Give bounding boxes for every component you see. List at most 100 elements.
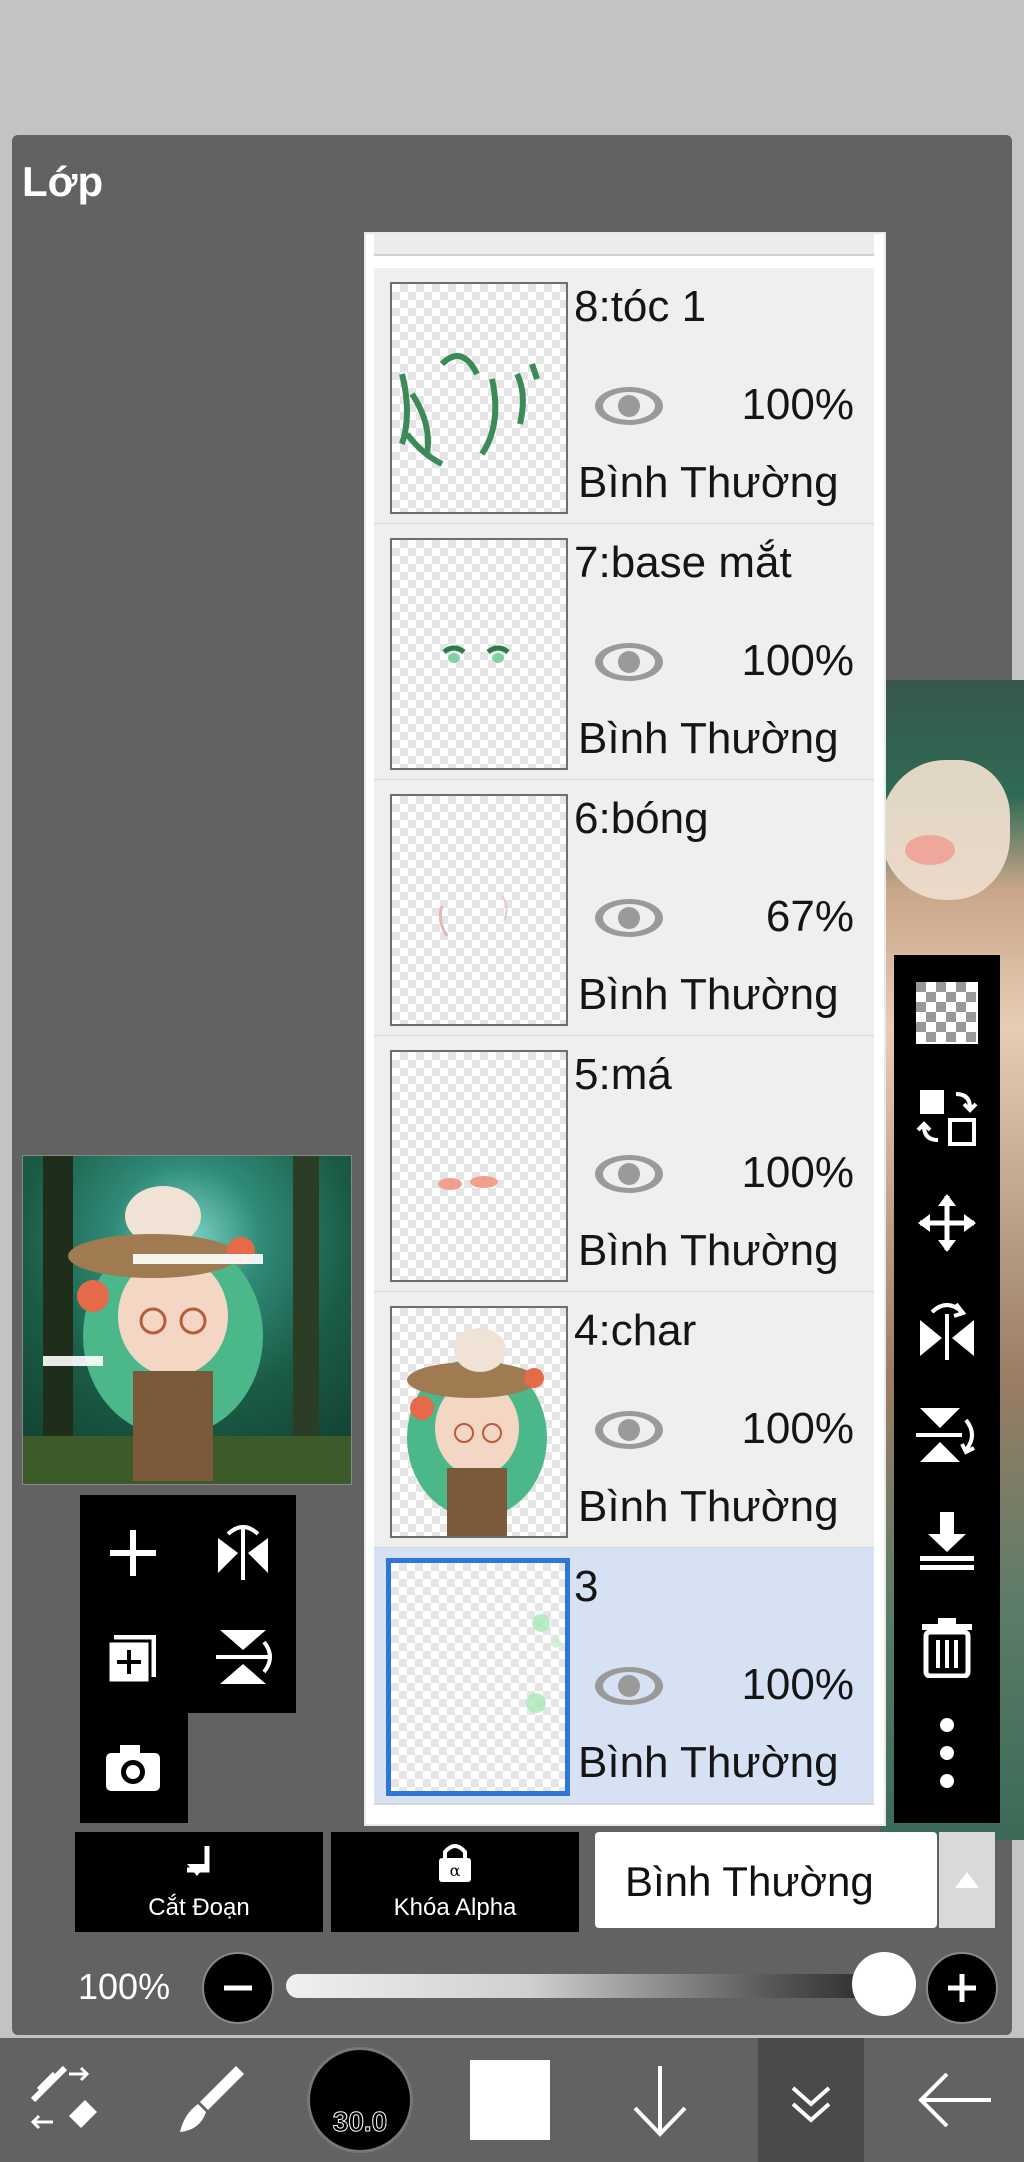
- visibility-eye-icon[interactable]: [594, 1666, 664, 1706]
- layer-row[interactable]: 7:base mắt 100% Bình Thường: [374, 524, 874, 781]
- character-art: [407, 1328, 547, 1536]
- layer-blend-mode: Bình Thường: [578, 970, 839, 1019]
- camera-button[interactable]: [100, 1735, 166, 1801]
- layer-row[interactable]: 8:tóc 1 100% Bình Thường: [374, 268, 874, 525]
- canvas-thumbnail[interactable]: [22, 1155, 352, 1485]
- trash-icon: [922, 1618, 972, 1678]
- visibility-eye-icon[interactable]: [594, 1410, 664, 1450]
- brush-tool-button[interactable]: [165, 2038, 255, 2162]
- layer-blend-mode: Bình Thường: [578, 1226, 839, 1275]
- alpha-lock-button[interactable]: α Khóa Alpha: [331, 1832, 579, 1932]
- layer-opacity: 100%: [741, 1660, 854, 1709]
- delete-layer-button[interactable]: [894, 1597, 1000, 1697]
- visibility-eye-icon[interactable]: [594, 642, 664, 682]
- svg-text:α: α: [450, 1861, 461, 1880]
- clipping-label: Cắt Đoạn: [148, 1894, 250, 1921]
- opacity-decrease-button[interactable]: [202, 1952, 274, 2024]
- layer-blend-mode: Bình Thường: [578, 458, 839, 507]
- layer-name: 6:bóng: [574, 794, 709, 843]
- plus-icon: [110, 1530, 156, 1576]
- arrow-down-icon: [633, 2066, 687, 2137]
- character-art: [43, 1186, 263, 1481]
- hair-strokes-art: [399, 353, 540, 467]
- shadow-art: [438, 895, 508, 937]
- layer-thumbnail: [390, 1306, 568, 1538]
- transparent-fill-icon: [916, 982, 978, 1044]
- minus-icon: [224, 1985, 252, 1991]
- bottom-toolbar: 30.0: [0, 2038, 1024, 2162]
- down-arrow-button[interactable]: [615, 2038, 705, 2162]
- merge-down-icon: [920, 1512, 974, 1570]
- add-layer-button[interactable]: [100, 1520, 166, 1586]
- visibility-eye-icon[interactable]: [594, 1154, 664, 1194]
- transform-tool-button[interactable]: [20, 2038, 110, 2162]
- alpha-lock-label: Khóa Alpha: [393, 1894, 517, 1921]
- blend-mode-value: Bình Thường: [625, 1858, 874, 1905]
- layer-opacity: 100%: [741, 636, 854, 685]
- swap-layer-icon: [916, 1090, 978, 1146]
- layer-name: 8:tóc 1: [574, 282, 707, 331]
- chevron-double-down-icon: [791, 2086, 831, 2123]
- layer-opacity: 100%: [741, 1148, 854, 1197]
- color-swatch-button[interactable]: [465, 2038, 555, 2162]
- color-swatch: [470, 2060, 550, 2140]
- camera-icon: [106, 1745, 160, 1791]
- layer-name: 7:base mắt: [574, 538, 792, 587]
- brush-icon: [180, 2066, 244, 2132]
- sparkle-art: [526, 1614, 561, 1713]
- layer-blend-mode: Bình Thường: [578, 714, 839, 763]
- arrow-left-icon: [918, 2072, 991, 2128]
- opacity-slider-knob[interactable]: [852, 1952, 916, 2016]
- panel-title: Lớp: [22, 158, 104, 205]
- layer-row-selected[interactable]: 3 100% Bình Thường: [374, 1548, 874, 1805]
- layer-row[interactable]: 5:má 100% Bình Thường: [374, 1036, 874, 1293]
- layer-list[interactable]: 8:tóc 1 100% Bình Thường 7:base mắt 100%…: [364, 232, 886, 1826]
- layer-row[interactable]: 4:char 100% Bình Thường: [374, 1292, 874, 1549]
- blend-mode-select[interactable]: Bình Thường: [595, 1832, 995, 1928]
- layer-opacity: 100%: [741, 1404, 854, 1453]
- back-button[interactable]: [905, 2038, 1005, 2162]
- previous-layer-partial: [374, 234, 874, 256]
- canvas-art-fragment: [880, 760, 1010, 900]
- lock-icon: α: [439, 1844, 471, 1882]
- layers-panel-button[interactable]: [758, 2038, 864, 2162]
- add-copy-icon: [106, 1635, 156, 1685]
- flip-horizontal-button[interactable]: [894, 1279, 1000, 1379]
- duplicate-layer-button[interactable]: [100, 1625, 166, 1691]
- layer-thumbnail: [386, 1558, 570, 1796]
- brush-size-button[interactable]: 30.0: [305, 2038, 415, 2162]
- more-options-button[interactable]: [894, 1703, 1000, 1803]
- clipping-button[interactable]: Cắt Đoạn: [75, 1832, 323, 1932]
- flip-rotate-button[interactable]: [208, 1518, 278, 1588]
- layer-thumbnail: [390, 1050, 568, 1282]
- layer-blend-mode: Bình Thường: [578, 1738, 839, 1787]
- flip-vertical-rotate-button[interactable]: [208, 1622, 278, 1692]
- layer-name: 5:má: [574, 1050, 672, 1099]
- visibility-eye-icon[interactable]: [594, 386, 664, 426]
- more-icon: [940, 1718, 954, 1788]
- clipping-arrow-icon: [187, 1846, 210, 1876]
- layer-opacity: 67%: [765, 892, 854, 941]
- merge-down-button[interactable]: [894, 1491, 1000, 1591]
- opacity-slider-track[interactable]: [286, 1974, 898, 1998]
- flip-horizontal-icon: [920, 1302, 974, 1360]
- layer-thumbnail: [390, 794, 568, 1026]
- layer-name: 3: [574, 1562, 599, 1611]
- transparent-fill-button[interactable]: [894, 963, 1000, 1063]
- brush-size-circle: 30.0: [307, 2047, 413, 2153]
- swap-layer-button[interactable]: [894, 1067, 1000, 1167]
- visibility-eye-icon[interactable]: [594, 898, 664, 938]
- move-icon: [918, 1194, 976, 1252]
- layer-row[interactable]: 6:bóng 67% Bình Thường: [374, 780, 874, 1037]
- plus-icon: [948, 1974, 976, 2002]
- brush-size-value: 30.0: [332, 2106, 388, 2138]
- flip-vertical-button[interactable]: [894, 1385, 1000, 1485]
- layer-name: 4:char: [574, 1306, 697, 1355]
- opacity-value-label: 100%: [78, 1966, 171, 2007]
- move-button[interactable]: [894, 1173, 1000, 1273]
- flip-vertical-icon: [216, 1630, 272, 1684]
- blend-mode-dropdown-button[interactable]: [939, 1832, 995, 1928]
- layer-opacity: 100%: [741, 380, 854, 429]
- opacity-increase-button[interactable]: [926, 1952, 998, 2024]
- canvas-art-cheek: [905, 835, 955, 865]
